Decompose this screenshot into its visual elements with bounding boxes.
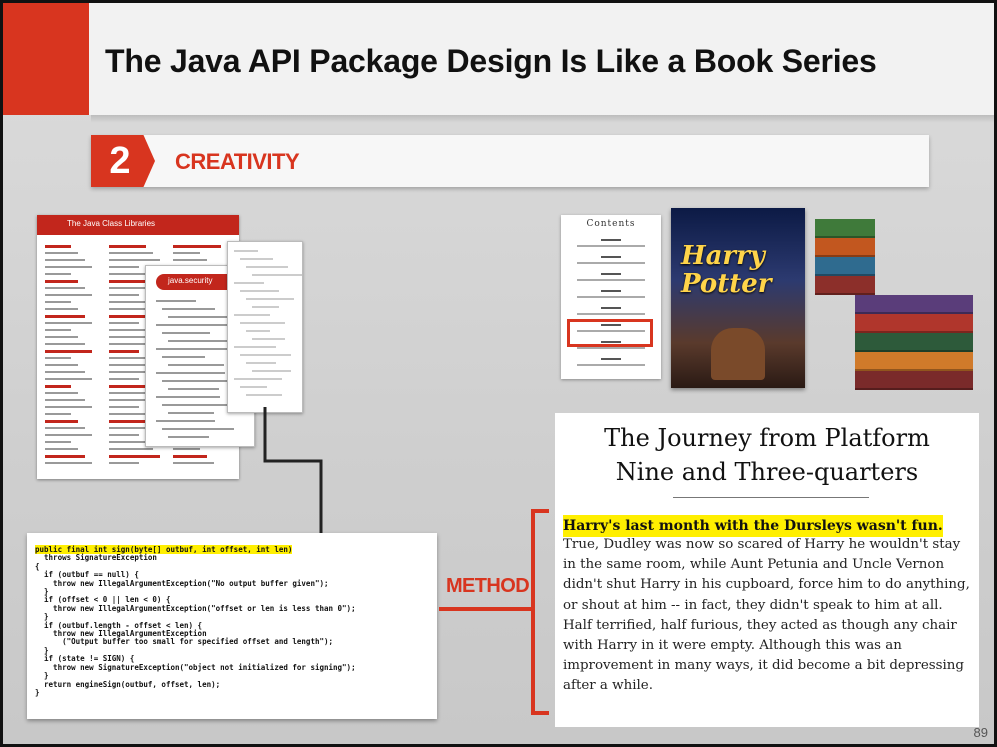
chapter-text-panel: The Journey from Platform Nine and Three…: [555, 413, 979, 727]
chapter-title-line2: Nine and Three-quarters: [615, 458, 919, 486]
contents-chapter-title: [577, 313, 645, 315]
book-cover-scene: [711, 328, 765, 380]
book-spine: [815, 219, 875, 238]
contents-chapter-title: [577, 262, 645, 264]
chapter-title: The Journey from Platform Nine and Three…: [555, 421, 979, 489]
book-cover-logo-line1: Harry: [681, 241, 765, 271]
book-cover-logo: Harry Potter: [681, 242, 771, 298]
contents-chapter-number: [601, 358, 621, 360]
chapter-title-line1: The Journey from Platform: [604, 424, 930, 452]
code-snippet-box: public final int sign(byte[] outbuf, int…: [27, 533, 437, 719]
book-spine: [815, 238, 875, 257]
book-spine: [815, 257, 875, 276]
chapter-body: True, Dudley was now so scared of Harry …: [563, 537, 970, 694]
contents-chapter-title: [577, 347, 645, 349]
book-cover-image: Harry Potter: [671, 208, 805, 388]
book-spine: [815, 276, 875, 295]
contents-chapter-number: [601, 290, 621, 292]
book-spine: [855, 352, 973, 371]
contents-chapter-title: [577, 245, 645, 247]
contents-chapter-title: [577, 364, 645, 366]
book-spine: [855, 371, 973, 390]
contents-highlight-box: [567, 319, 653, 347]
method-callout-bracket: [531, 509, 549, 715]
contents-chapter-number: [601, 239, 621, 241]
book-spine: [855, 314, 973, 333]
method-callout-label: METHOD: [446, 575, 530, 597]
contents-chapter-title: [577, 279, 645, 281]
contents-chapter-title: [577, 296, 645, 298]
contents-chapter-number: [601, 273, 621, 275]
contents-chapter-number: [601, 307, 621, 309]
contents-chapter-number: [601, 256, 621, 258]
contents-title: Contents: [586, 219, 636, 229]
code-body: throws SignatureException { if (outbuf =…: [35, 553, 356, 697]
book-spine: [855, 295, 973, 314]
contents-page-image: Contents: [561, 215, 661, 379]
book-cover-logo-line2: Potter: [681, 269, 772, 299]
page-number: 89: [973, 725, 988, 740]
book-box-set-image: [815, 219, 975, 399]
method-callout-line: [439, 607, 531, 611]
chapter-first-sentence: Harry's last month with the Dursleys was…: [563, 515, 943, 537]
book-spine: [855, 333, 973, 352]
code-snippet: public final int sign(byte[] outbuf, int…: [35, 545, 356, 697]
chapter-divider: [673, 497, 869, 498]
slide: The Java API Package Design Is Like a Bo…: [0, 0, 997, 747]
